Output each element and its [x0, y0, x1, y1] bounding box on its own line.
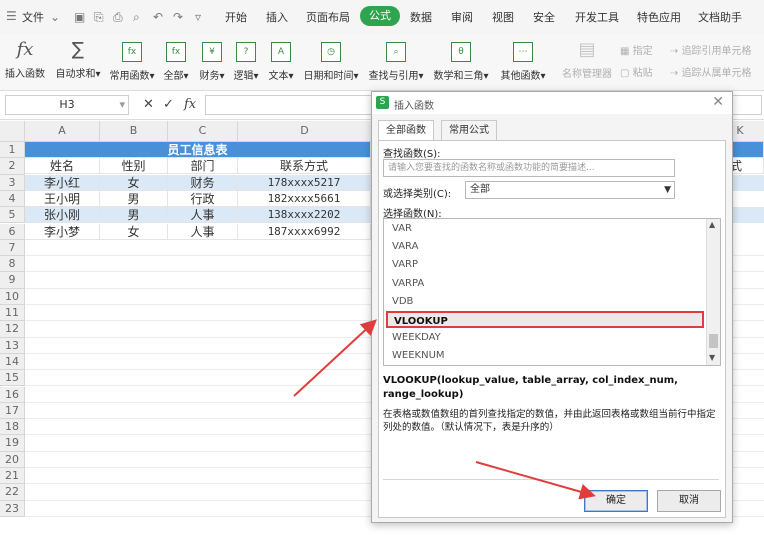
annotation-overlay — [293, 319, 596, 500]
annotation-arrow-to-ok — [475, 461, 596, 500]
annotation-arrow-to-vlookup — [293, 319, 377, 397]
